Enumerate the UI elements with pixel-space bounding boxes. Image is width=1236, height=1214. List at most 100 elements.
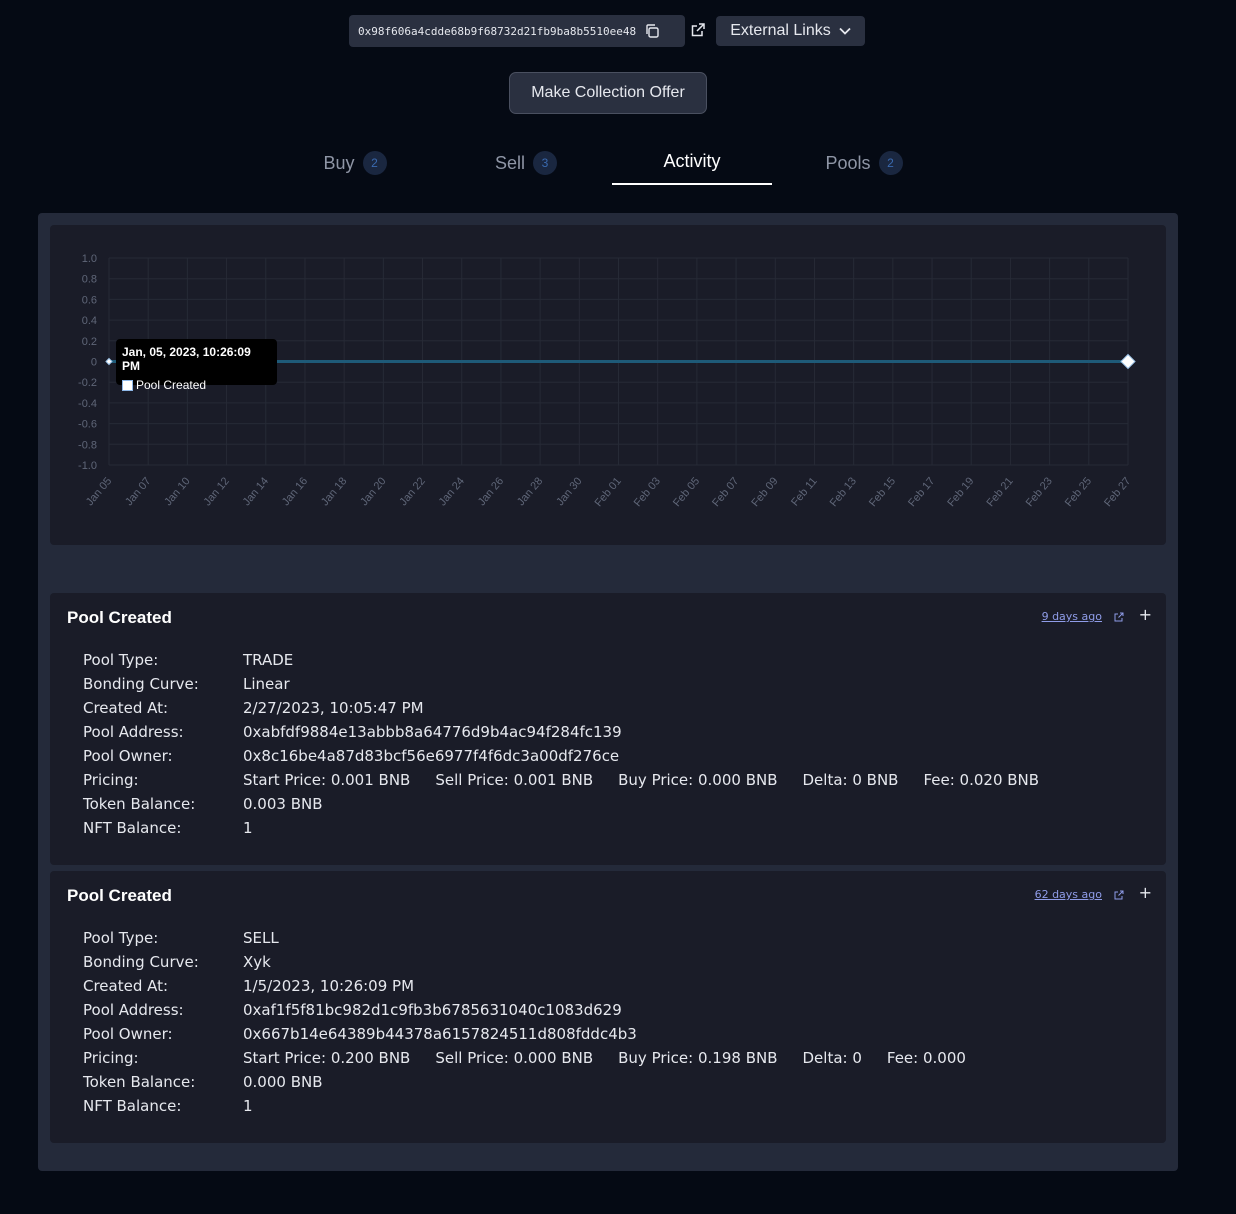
pricing-label: Pricing: <box>83 1049 139 1067</box>
nft-balance-value: 1 <box>243 1097 253 1115</box>
x-tick-label: Jan 24 <box>437 475 467 508</box>
external-links-dropdown[interactable]: External Links <box>716 16 865 46</box>
pool-address-value: 0xabfdf9884e13abbb8a64776d9b4ac94f284fc1… <box>243 723 622 741</box>
pool-type-value: SELL <box>243 929 279 947</box>
nft-balance-label: NFT Balance: <box>83 1097 182 1115</box>
x-tick-label: Feb 23 <box>1024 475 1055 509</box>
pool-type-label: Pool Type: <box>83 651 159 669</box>
tab-activity[interactable]: Activity <box>612 140 772 185</box>
x-tick-label: Feb 05 <box>671 475 702 509</box>
data-point <box>1120 353 1136 370</box>
created-at-label: Created At: <box>83 699 169 717</box>
contract-address-pill[interactable]: 0x98f606a4cdde68b9f68732d21fb9ba8b5510ee… <box>349 15 685 47</box>
external-link-icon[interactable] <box>690 22 706 38</box>
y-tick-label: 0.2 <box>82 336 97 348</box>
bonding-curve-value: Linear <box>243 675 290 693</box>
nft-balance-label: NFT Balance: <box>83 819 182 837</box>
sell-price: Sell Price: 0.001 BNB <box>435 771 594 789</box>
y-tick-label: 0.4 <box>82 315 97 327</box>
tab-buy-count: 2 <box>362 151 387 175</box>
fee: Fee: 0.020 BNB <box>923 771 1040 789</box>
created-at-label: Created At: <box>83 977 169 995</box>
contract-address: 0x98f606a4cdde68b9f68732d21fb9ba8b5510ee… <box>358 24 637 38</box>
y-tick-label: 0.6 <box>82 294 97 306</box>
x-tick-label: Feb 03 <box>632 475 663 509</box>
buy-price: Buy Price: 0.000 BNB <box>618 771 778 789</box>
copy-icon[interactable] <box>644 23 660 39</box>
pool-address-label: Pool Address: <box>83 723 184 741</box>
external-link-icon <box>1114 890 1124 899</box>
x-tick-label: Jan 18 <box>319 475 349 508</box>
pool-type-label: Pool Type: <box>83 929 159 947</box>
tab-sell[interactable]: Sell 3 <box>462 140 590 186</box>
x-tick-label: Jan 28 <box>515 475 545 508</box>
x-tick-label: Feb 21 <box>985 475 1016 509</box>
token-balance-value: 0.003 BNB <box>243 795 323 813</box>
bonding-curve-label: Bonding Curve: <box>83 675 199 693</box>
activity-fields: Pool Type: TRADE Bonding Curve: Linear Cre… <box>83 648 1064 840</box>
token-balance-value: 0.000 BNB <box>243 1073 323 1091</box>
delta: Delta: 0 <box>802 1049 862 1067</box>
bonding-curve-value: Xyk <box>243 953 271 971</box>
fee: Fee: 0.000 <box>886 1049 966 1067</box>
y-tick-label: -0.8 <box>78 439 97 451</box>
pool-owner-value: 0x8c16be4a87d83bcf56e6977f4f6dc3a00df276… <box>243 747 620 765</box>
created-at-value: 2/27/2023, 10:05:47 PM <box>243 699 424 717</box>
expand-plus-icon[interactable]: + <box>1139 605 1152 624</box>
make-collection-offer-label: Make Collection Offer <box>531 84 685 101</box>
pool-address-value: 0xaf1f5f81bc982d1c9fb3b6785631040c1083d6… <box>243 1001 622 1019</box>
nft-balance-value: 1 <box>243 819 253 837</box>
tab-bar: Buy 2 Sell 3 Activity Pools 2 <box>0 140 1236 186</box>
y-tick-label: -0.4 <box>78 398 97 410</box>
activity-time-ago: 9 days ago <box>1041 610 1102 623</box>
y-tick-label: -1.0 <box>78 460 97 472</box>
tab-buy[interactable]: Buy 2 <box>290 140 420 186</box>
y-tick-label: 0.8 <box>82 274 97 286</box>
external-links-label: External Links <box>730 22 831 39</box>
make-collection-offer-button[interactable]: Make Collection Offer <box>509 72 707 114</box>
expand-plus-icon[interactable]: + <box>1139 883 1152 902</box>
x-tick-label: Jan 07 <box>123 475 153 508</box>
sell-price: Sell Price: 0.000 BNB <box>435 1049 594 1067</box>
x-tick-label: Jan 14 <box>241 475 271 508</box>
pool-type-value: TRADE <box>243 651 294 669</box>
activity-title: Pool Created <box>67 886 172 905</box>
start-price: Start Price: 0.001 BNB <box>243 771 411 789</box>
y-tick-label: -0.2 <box>78 377 97 389</box>
chart-tooltip: Jan, 05, 2023, 10:26:09 PM Pool Created <box>116 339 277 392</box>
tab-pools-count: 2 <box>878 151 903 175</box>
tab-sell-label: Sell <box>494 152 525 173</box>
activity-card: Pool Created 9 days ago + Pool Type: TRAD… <box>50 593 1166 865</box>
x-tick-label: Feb 11 <box>789 475 820 508</box>
activity-time-link[interactable]: 62 days ago <box>1035 888 1124 901</box>
tab-activity-label: Activity <box>663 151 721 171</box>
activity-chart: 1.0 0.8 0.6 0.4 0.2 0 -0.2 -0.4 -0.6 -0.8 -1.0 Jan … <box>50 225 1166 545</box>
delta: Delta: 0 BNB <box>802 771 899 789</box>
created-at-value: 1/5/2023, 10:26:09 PM <box>243 977 415 995</box>
activity-time-ago: 62 days ago <box>1034 888 1102 901</box>
y-tick-label: -0.6 <box>78 419 97 431</box>
x-tick-label: Feb 25 <box>1063 475 1094 509</box>
pool-address-label: Pool Address: <box>83 1001 184 1019</box>
x-tick-label: Jan 22 <box>397 475 427 508</box>
x-tick-label: Jan 30 <box>554 475 584 508</box>
bonding-curve-label: Bonding Curve: <box>83 953 199 971</box>
activity-panel: 1.0 0.8 0.6 0.4 0.2 0 -0.2 -0.4 -0.6 -0.8 -1.0 Jan … <box>38 213 1178 1171</box>
x-tick-label: Feb 07 <box>710 475 741 509</box>
x-tick-label: Feb 15 <box>867 475 898 509</box>
x-tick-label: Jan 26 <box>476 475 506 508</box>
tooltip-swatch <box>122 379 133 391</box>
tooltip-label: Pool Created <box>136 378 207 392</box>
tab-pools[interactable]: Pools 2 <box>794 140 934 186</box>
activity-time-link[interactable]: 9 days ago <box>1042 610 1124 623</box>
token-balance-label: Token Balance: <box>83 795 196 813</box>
pricing-values: Start Price: 0.200 BNB Sell Price: 0.000 … <box>243 1049 991 1067</box>
token-balance-label: Token Balance: <box>83 1073 196 1091</box>
pool-owner-label: Pool Owner: <box>83 1025 173 1043</box>
x-tick-label: Jan 20 <box>358 475 388 508</box>
tooltip-title: Jan, 05, 2023, 10:26:09 PM <box>122 345 251 373</box>
data-point <box>105 357 113 366</box>
x-tick-label: Feb 13 <box>828 475 859 509</box>
buy-price: Buy Price: 0.198 BNB <box>618 1049 778 1067</box>
x-tick-label: Feb 27 <box>1102 475 1133 509</box>
